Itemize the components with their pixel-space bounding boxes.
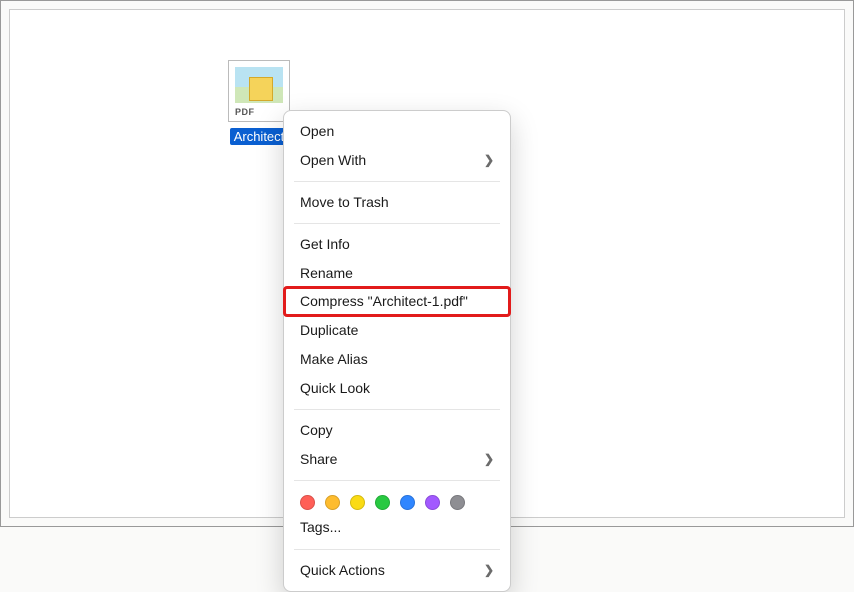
menu-get-info[interactable]: Get Info [284, 230, 510, 259]
menu-divider [294, 181, 500, 182]
menu-move-to-trash[interactable]: Move to Trash [284, 188, 510, 217]
tag-dot-gray[interactable] [450, 495, 465, 510]
menu-compress[interactable]: Compress "Architect-1.pdf" [284, 287, 510, 316]
menu-quick-actions[interactable]: Quick Actions ❯ [284, 556, 510, 585]
menu-label: Copy [300, 421, 333, 440]
tag-dot-yellow[interactable] [350, 495, 365, 510]
menu-tags[interactable]: Tags... [284, 516, 510, 543]
menu-divider [294, 549, 500, 550]
menu-label: Duplicate [300, 321, 358, 340]
chevron-right-icon: ❯ [484, 152, 494, 168]
context-menu: Open Open With ❯ Move to Trash Get Info … [283, 110, 511, 592]
file-thumbnail: PDF [228, 60, 290, 122]
tag-dot-blue[interactable] [400, 495, 415, 510]
menu-label: Quick Actions [300, 561, 385, 580]
menu-divider [294, 223, 500, 224]
menu-label: Compress "Architect-1.pdf" [300, 292, 468, 311]
chevron-right-icon: ❯ [484, 562, 494, 578]
menu-label: Move to Trash [300, 193, 389, 212]
menu-label: Make Alias [300, 350, 368, 369]
menu-label: Open [300, 122, 334, 141]
menu-label: Tags... [300, 518, 341, 537]
desktop[interactable]: PDF Architect Open Open With ❯ Move to T… [9, 9, 845, 518]
chevron-right-icon: ❯ [484, 451, 494, 467]
tag-dot-purple[interactable] [425, 495, 440, 510]
menu-label: Get Info [300, 235, 350, 254]
menu-label: Rename [300, 264, 353, 283]
menu-label: Quick Look [300, 379, 370, 398]
tag-dot-red[interactable] [300, 495, 315, 510]
menu-copy[interactable]: Copy [284, 416, 510, 445]
menu-open[interactable]: Open [284, 117, 510, 146]
tag-dot-orange[interactable] [325, 495, 340, 510]
menu-divider [294, 409, 500, 410]
menu-label: Open With [300, 151, 366, 170]
menu-share[interactable]: Share ❯ [284, 445, 510, 474]
file-label: Architect [230, 128, 289, 145]
menu-label: Share [300, 450, 337, 469]
menu-divider [294, 480, 500, 481]
menu-open-with[interactable]: Open With ❯ [284, 146, 510, 175]
tag-dot-green[interactable] [375, 495, 390, 510]
tag-color-row [284, 487, 510, 516]
menu-rename[interactable]: Rename [284, 259, 510, 288]
menu-quick-look[interactable]: Quick Look [284, 374, 510, 403]
menu-duplicate[interactable]: Duplicate [284, 316, 510, 345]
menu-make-alias[interactable]: Make Alias [284, 345, 510, 374]
file-ext-badge: PDF [235, 107, 255, 117]
file-preview-art [235, 67, 283, 103]
